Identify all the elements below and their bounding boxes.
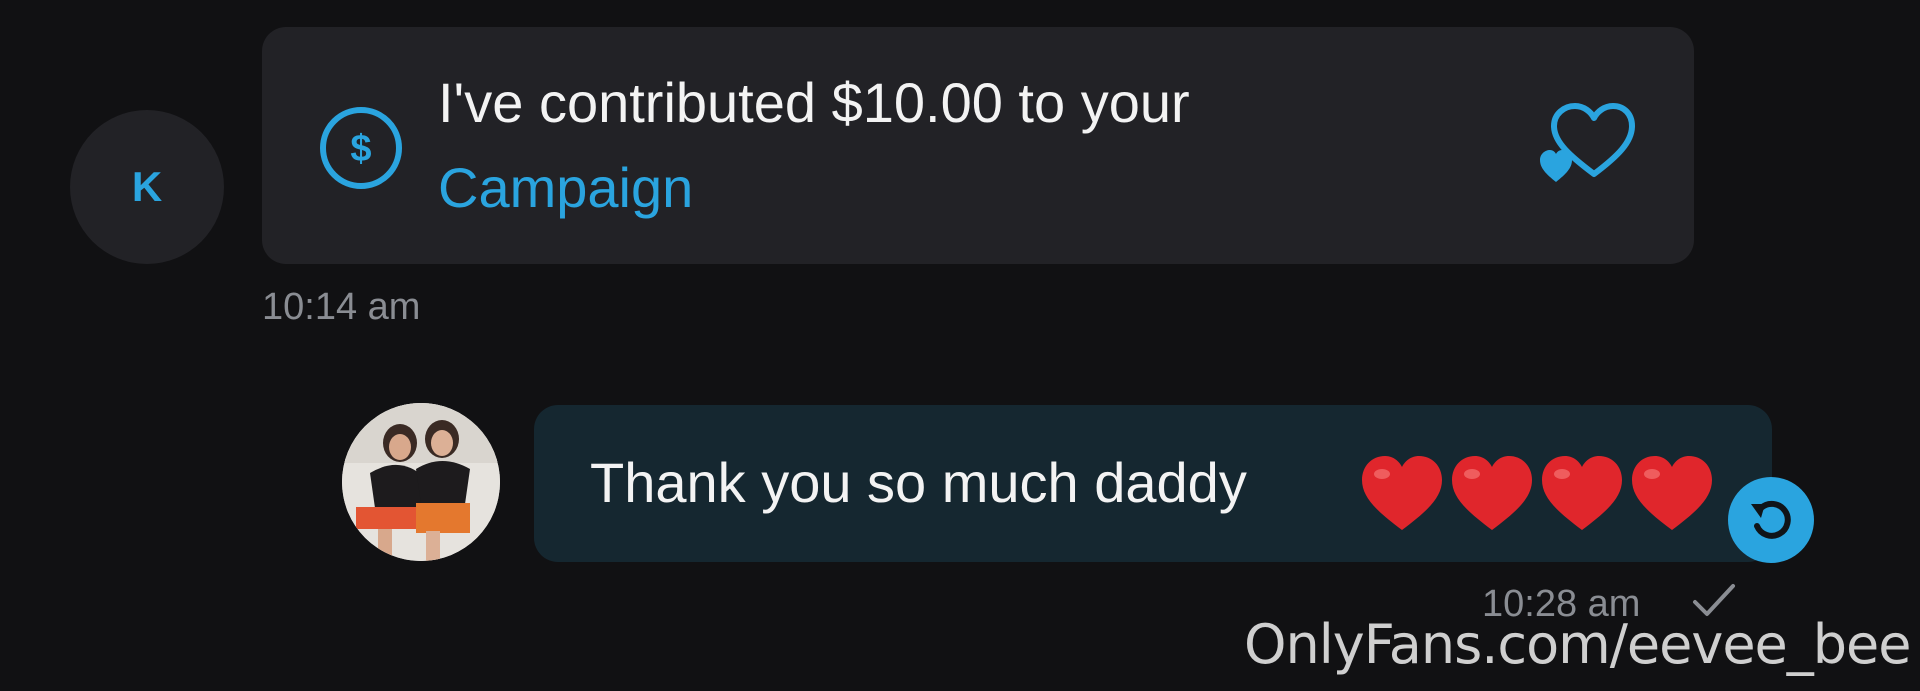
incoming-message-bubble <box>262 27 1694 264</box>
tip-message-text: I've contributed $10.00 to your <box>438 71 1190 134</box>
watermark: OnlyFans.com/eevee_bee <box>1244 613 1911 676</box>
campaign-link[interactable]: Campaign <box>438 153 693 223</box>
red-heart-emojis <box>1362 456 1712 530</box>
red-heart-emoji <box>1632 456 1712 530</box>
sender-avatar[interactable]: K <box>70 110 224 264</box>
svg-text:$: $ <box>350 128 371 170</box>
creator-avatar[interactable] <box>342 403 500 561</box>
red-heart-emoji <box>1542 456 1622 530</box>
incoming-timestamp: 10:14 am <box>262 286 421 328</box>
sender-avatar-initial: K <box>131 163 163 210</box>
undo-button[interactable] <box>1728 477 1814 563</box>
undo-icon <box>1751 500 1791 539</box>
avatar-photo <box>342 403 500 561</box>
outgoing-message-text: Thank you so much daddy <box>590 451 1247 514</box>
heart-icon[interactable] <box>1540 100 1636 186</box>
red-heart-emoji <box>1362 456 1442 530</box>
red-heart-emoji <box>1452 456 1532 530</box>
dollar-icon: $ <box>320 107 402 189</box>
